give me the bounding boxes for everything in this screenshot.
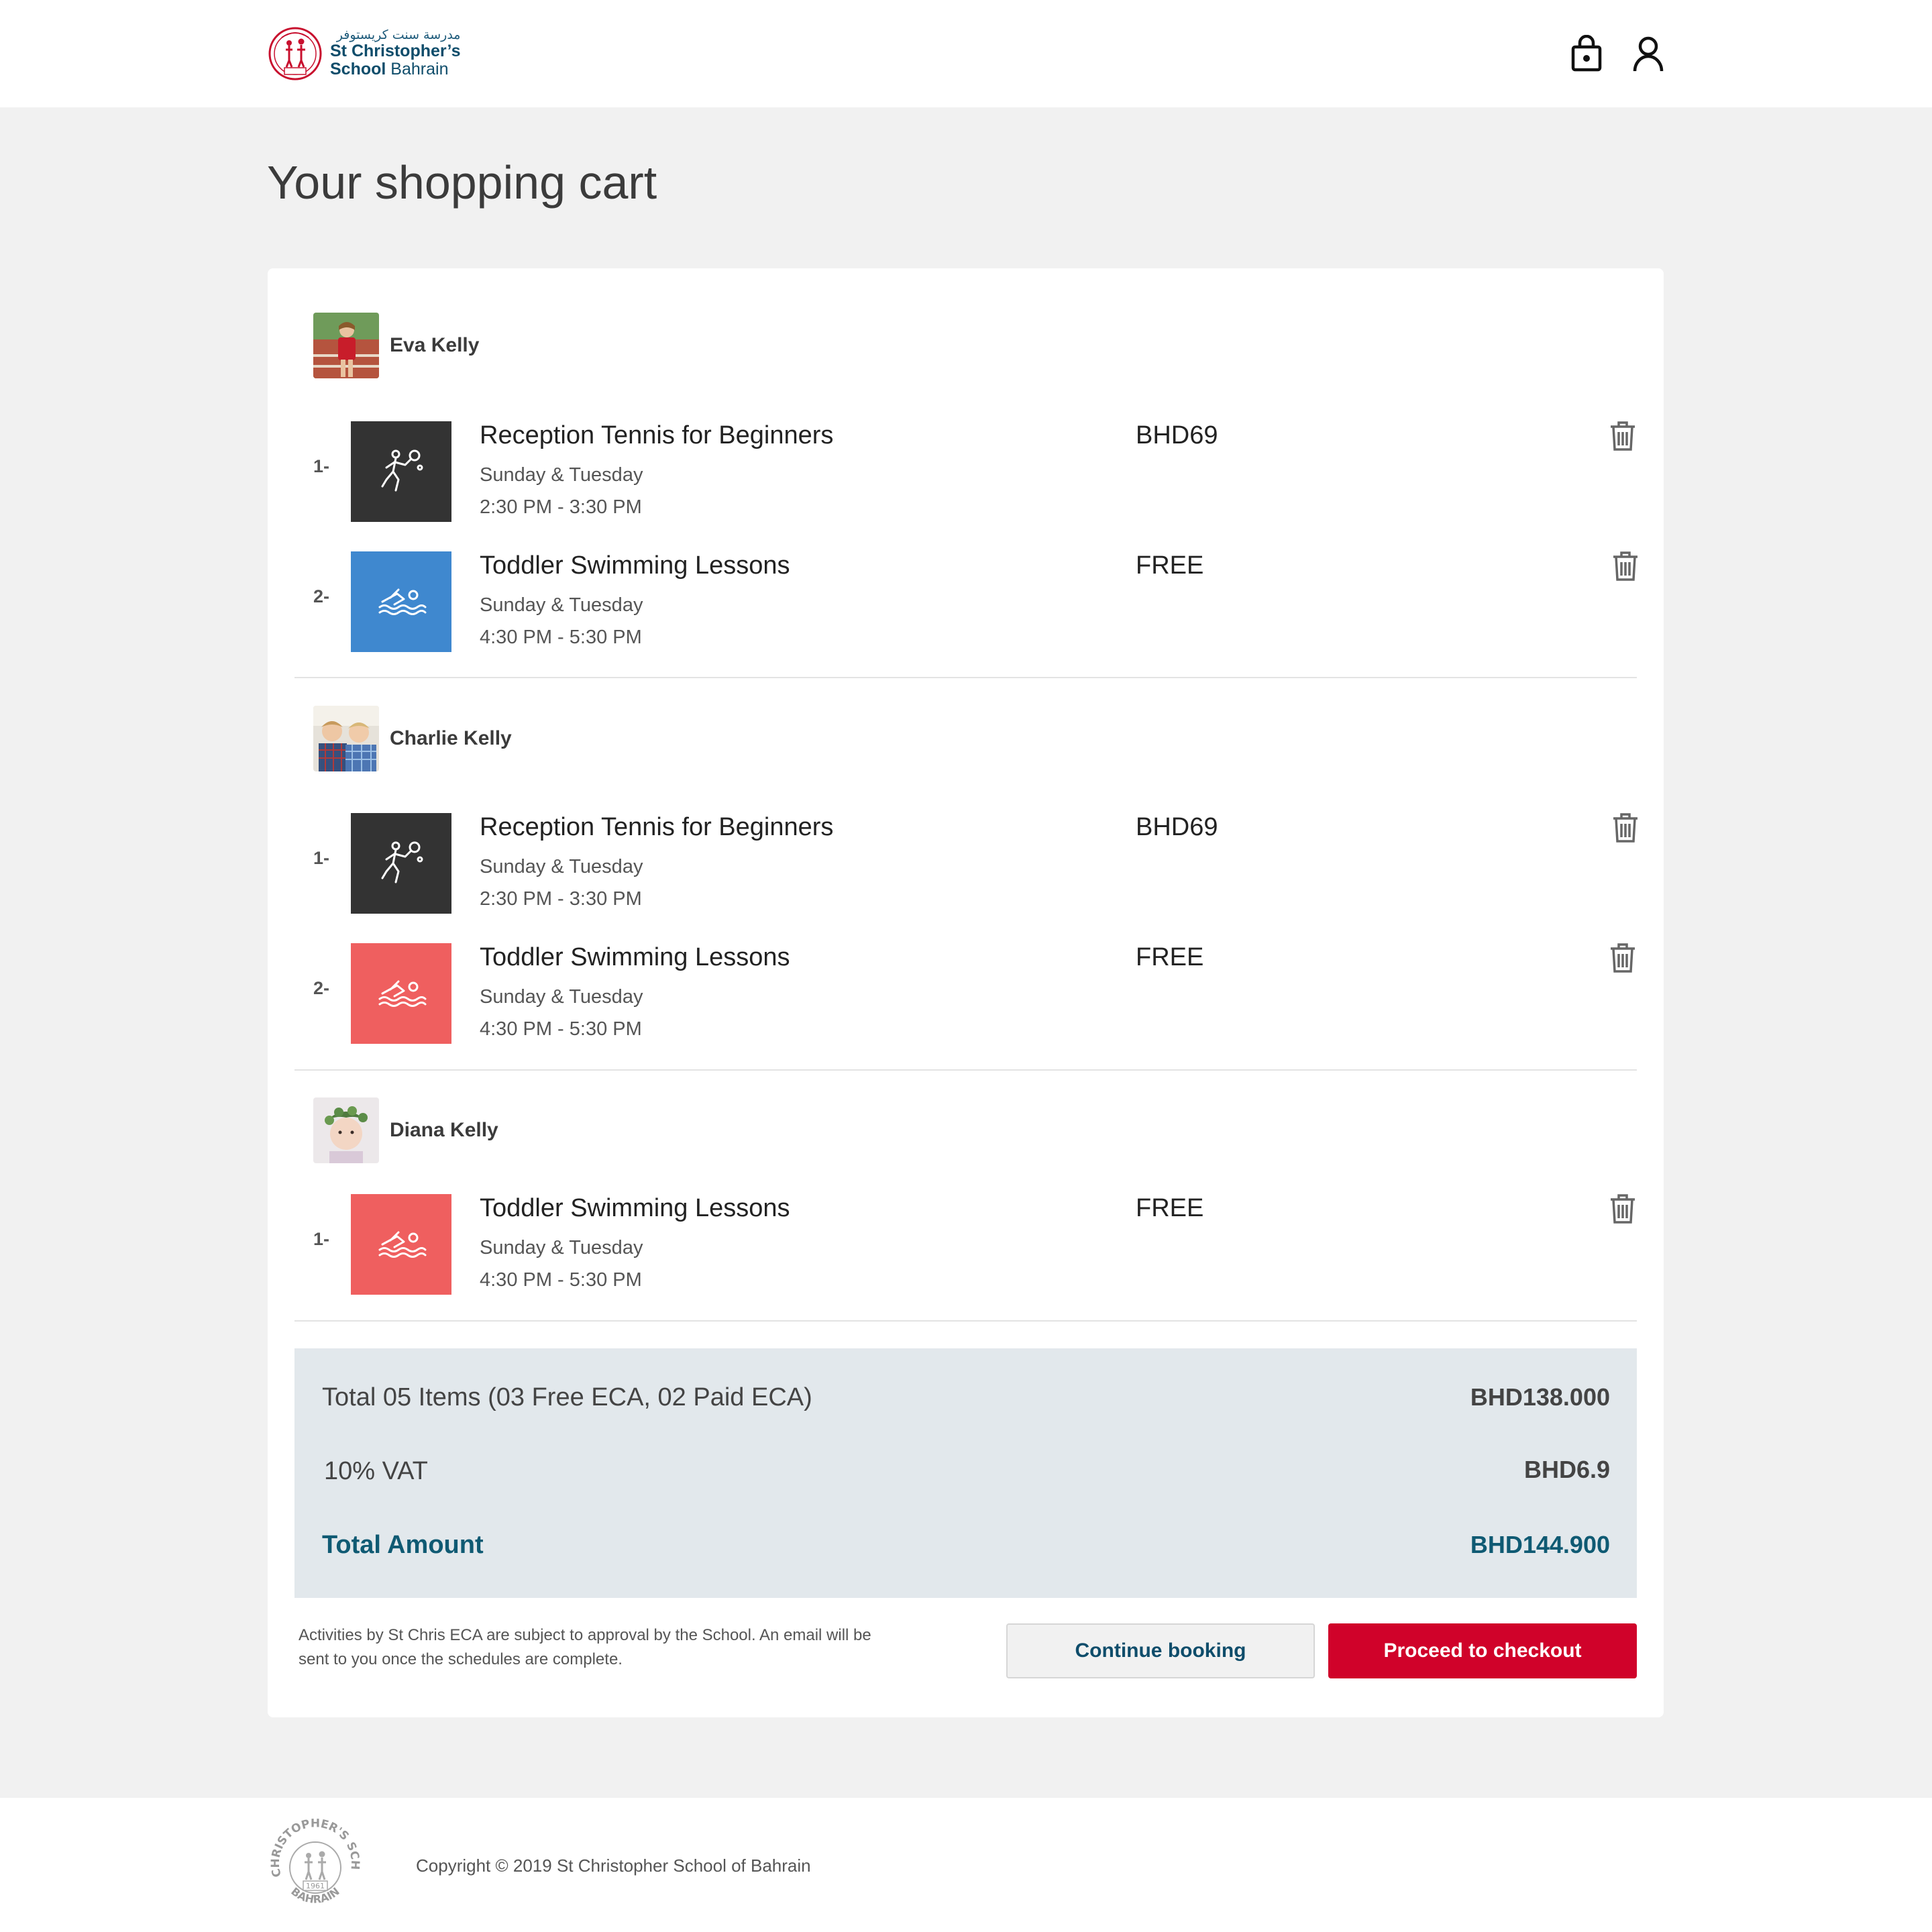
item-number: 2- [313, 586, 330, 606]
student-avatar [313, 706, 379, 771]
logo-name-line2: School Bahrain [330, 60, 449, 79]
cart-item: 2- Toddler Swimming Lessons Sunday & Tue… [313, 551, 1638, 652]
item-number: 1- [313, 848, 330, 868]
activity-title: Reception Tennis for Beginners [480, 813, 834, 841]
section-divider [294, 1320, 1637, 1322]
swimmer-icon [378, 588, 427, 615]
delete-trash-icon[interactable] [1611, 812, 1640, 844]
order-summary: Total 05 Items (03 Free ECA, 02 Paid ECA… [294, 1348, 1637, 1598]
cart-item: 2- Toddler Swimming Lessons Sunday & Tue… [313, 943, 1635, 1044]
items-count-label: Total 05 Items (03 Free ECA, 02 Paid ECA… [322, 1383, 812, 1411]
school-seal-icon: ST CHRISTOPHER'S SCHOOL BAHRAIN 1961 [266, 1817, 362, 1906]
total-amount-label: Total Amount [322, 1531, 484, 1559]
svg-text:ST CHRISTOPHER'S SCHOOL: ST CHRISTOPHER'S SCHOOL [266, 1817, 362, 1878]
items-subtotal: BHD138.000 [1470, 1383, 1610, 1411]
logo-arabic-text: مدرسة سنت كريستوفر [336, 28, 461, 43]
site-footer: ST CHRISTOPHER'S SCHOOL BAHRAIN 1961 Cop… [0, 1798, 1932, 1932]
proceed-to-checkout-button[interactable]: Proceed to checkout [1328, 1623, 1637, 1678]
activity-time: 4:30 PM - 5:30 PM [480, 627, 642, 648]
activity-days: Sunday & Tuesday [480, 464, 643, 486]
activity-price: BHD69 [1136, 421, 1218, 449]
activity-title: Reception Tennis for Beginners [480, 421, 834, 449]
activity-price: BHD69 [1136, 813, 1218, 841]
activity-price: FREE [1136, 1194, 1204, 1222]
activity-thumbnail [351, 1194, 451, 1295]
page-title: Your shopping cart [267, 156, 657, 209]
student-header-eva: Eva Kelly [313, 313, 479, 378]
delete-trash-icon[interactable] [1608, 1193, 1638, 1225]
vat-value: BHD6.9 [1523, 1456, 1610, 1483]
cart-item: 1- Toddler Swimming Lessons Sunday & Tue… [313, 1194, 1635, 1295]
copyright-text: Copyright © 2019 St Christopher School o… [416, 1856, 811, 1876]
swimmer-icon [378, 980, 427, 1007]
total-amount-value: BHD144.900 [1470, 1531, 1610, 1558]
user-icon[interactable] [1631, 35, 1665, 72]
activity-thumbnail [351, 813, 451, 914]
activity-price: FREE [1136, 551, 1204, 580]
logo-name-line1: St Christopher’s [330, 41, 461, 60]
school-emblem-icon [268, 27, 322, 80]
delete-trash-icon[interactable] [1608, 420, 1638, 452]
activity-time: 2:30 PM - 3:30 PM [480, 496, 642, 518]
swimmer-icon [378, 1231, 427, 1258]
student-name: Eva Kelly [390, 334, 480, 356]
site-header: مدرسة سنت كريستوفر St Christopher’s Scho… [0, 0, 1932, 107]
seal-text: ST CHRISTOPHER'S SCHOOL [266, 1817, 362, 1878]
student-name: Diana Kelly [390, 1119, 498, 1141]
cart-item: 1- Reception Tennis for Beginners Sunday… [313, 813, 1638, 914]
activity-price: FREE [1136, 943, 1204, 971]
student-name: Charlie Kelly [390, 727, 512, 749]
activity-days: Sunday & Tuesday [480, 986, 643, 1008]
student-avatar [313, 1097, 379, 1163]
tennis-player-icon [381, 449, 423, 492]
activity-days: Sunday & Tuesday [480, 1237, 643, 1258]
cart-item: 1- Reception Tennis for Beginners Sunday… [313, 421, 1635, 522]
student-header-charlie: Charlie Kelly [313, 706, 512, 771]
seal-year: 1961 [306, 1882, 325, 1890]
activity-time: 4:30 PM - 5:30 PM [480, 1269, 642, 1291]
activity-thumbnail [351, 551, 451, 652]
vat-label: 10% VAT [324, 1457, 428, 1485]
delete-trash-icon[interactable] [1611, 550, 1640, 582]
student-header-diana: Diana Kelly [313, 1097, 498, 1163]
delete-trash-icon[interactable] [1608, 942, 1638, 974]
activity-title: Toddler Swimming Lessons [480, 1194, 790, 1222]
activity-thumbnail [351, 421, 451, 522]
student-avatar [313, 313, 379, 378]
tennis-player-icon [381, 841, 423, 883]
item-number: 2- [313, 978, 330, 998]
activity-time: 2:30 PM - 3:30 PM [480, 888, 642, 910]
item-number: 1- [313, 456, 330, 476]
activity-title: Toddler Swimming Lessons [480, 551, 790, 580]
activity-time: 4:30 PM - 5:30 PM [480, 1018, 642, 1040]
school-logo[interactable]: مدرسة سنت كريستوفر St Christopher’s Scho… [267, 25, 460, 82]
activity-days: Sunday & Tuesday [480, 856, 643, 877]
activity-title: Toddler Swimming Lessons [480, 943, 790, 971]
cart-card: Eva Kelly 1- Reception Tennis for Beginn… [268, 268, 1664, 1717]
continue-booking-button[interactable]: Continue booking [1006, 1623, 1315, 1678]
item-number: 1- [313, 1229, 330, 1249]
activity-thumbnail [351, 943, 451, 1044]
section-divider [294, 1069, 1637, 1071]
approval-note: Activities by St Chris ECA are subject t… [299, 1626, 871, 1668]
section-divider [294, 677, 1637, 678]
shopping-bag-icon[interactable] [1570, 35, 1603, 72]
activity-days: Sunday & Tuesday [480, 594, 643, 616]
